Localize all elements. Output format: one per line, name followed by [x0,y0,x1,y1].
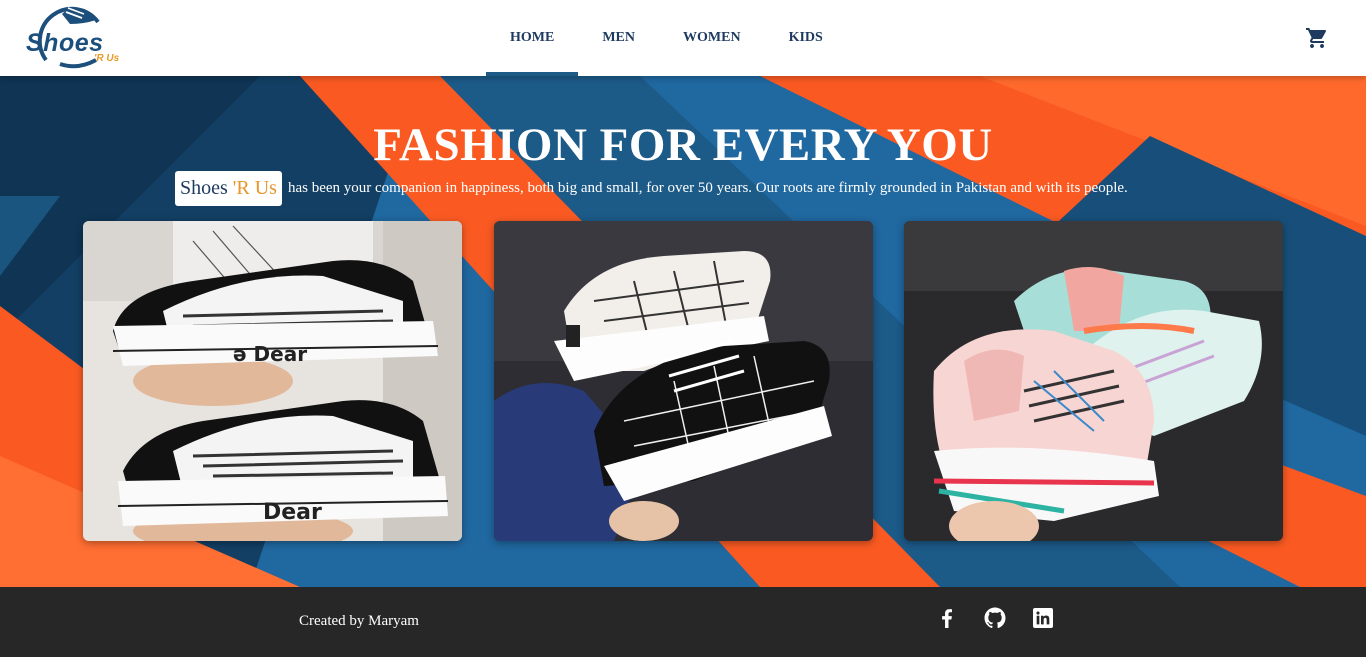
kids-shoes-image [904,221,1283,541]
main-nav: HOME MEN WOMEN KIDS [486,0,847,76]
nav-item-women[interactable]: WOMEN [659,0,765,76]
shopping-cart-icon[interactable] [1305,26,1329,50]
nav-item-home[interactable]: HOME [486,0,579,76]
logo-main-text: Shoes [26,29,104,57]
site-footer: Created by Maryam [0,587,1366,657]
hero-section: FASHION FOR EVERY YOU Shoes 'R Us has be… [0,76,1366,587]
hero-title: FASHION FOR EVERY YOU [373,119,993,171]
brand-chip-accent: 'R Us [232,177,277,199]
brand-chip: Shoes 'R Us [175,171,282,206]
logo-sub-text: 'R Us [94,53,120,64]
facebook-icon[interactable] [935,606,959,630]
nav-item-kids[interactable]: KIDS [765,0,847,76]
product-cards: ǝ Dear Dear [83,221,1283,541]
svg-text:ǝ Dear: ǝ Dear [233,342,307,366]
site-header: Shoes 'R Us HOME MEN WOMEN KIDS [0,0,1366,76]
kids-shoes-card[interactable] [904,221,1283,541]
brand-chip-main: Shoes [180,177,228,199]
hero-description: has been your companion in happiness, bo… [287,180,1128,196]
github-icon[interactable] [983,606,1007,630]
footer-credit: Created by Maryam [299,613,419,629]
brand-logo[interactable]: Shoes 'R Us [22,2,126,70]
linkedin-icon[interactable] [1031,606,1055,630]
nav-item-men[interactable]: MEN [578,0,659,76]
hero-subtitle: Shoes 'R Us has been your companion in h… [175,171,1128,206]
men-shoes-image: ǝ Dear Dear [83,221,462,541]
women-shoes-image [494,221,873,541]
women-shoes-card[interactable] [494,221,873,541]
men-shoes-card[interactable]: ǝ Dear Dear [83,221,462,541]
svg-text:Dear: Dear [263,500,322,525]
